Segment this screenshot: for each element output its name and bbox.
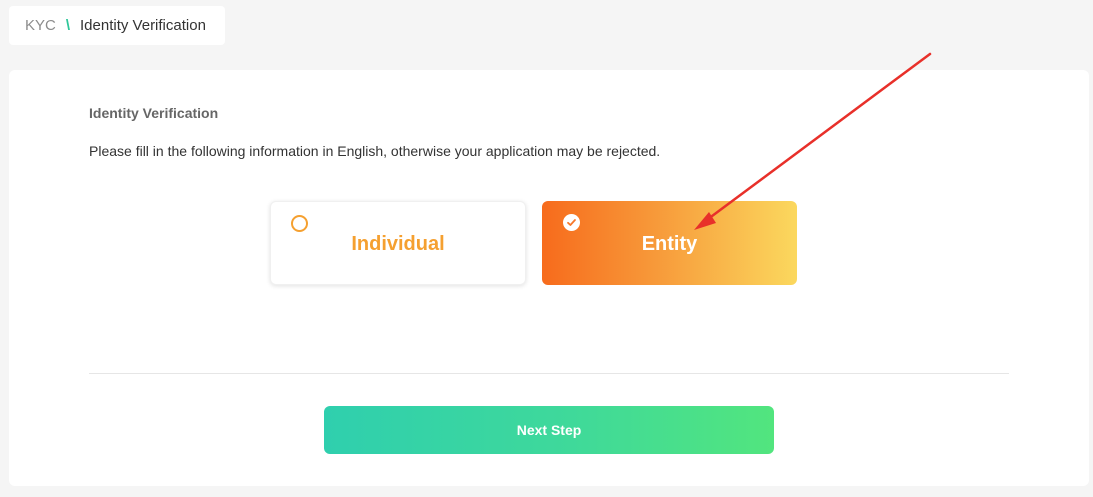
option-individual[interactable]: Individual [270, 201, 526, 285]
check-circle-icon [563, 214, 580, 231]
breadcrumb-current: Identity Verification [80, 17, 206, 34]
option-entity-label: Entity [641, 232, 698, 255]
option-entity[interactable]: Entity [542, 201, 797, 285]
identity-verification-card: Identity Verification Please fill in the… [9, 70, 1089, 486]
breadcrumb: KYC \ Identity Verification [9, 6, 225, 45]
section-title: Identity Verification [89, 105, 219, 121]
breadcrumb-kyc-link[interactable]: KYC [25, 17, 56, 34]
next-step-button[interactable]: Next Step [324, 406, 774, 454]
english-notice: Please fill in the following information… [89, 143, 661, 159]
breadcrumb-separator: \ [65, 17, 71, 34]
divider [89, 373, 1009, 374]
option-individual-label: Individual [351, 232, 445, 255]
radio-empty-icon [291, 215, 308, 232]
